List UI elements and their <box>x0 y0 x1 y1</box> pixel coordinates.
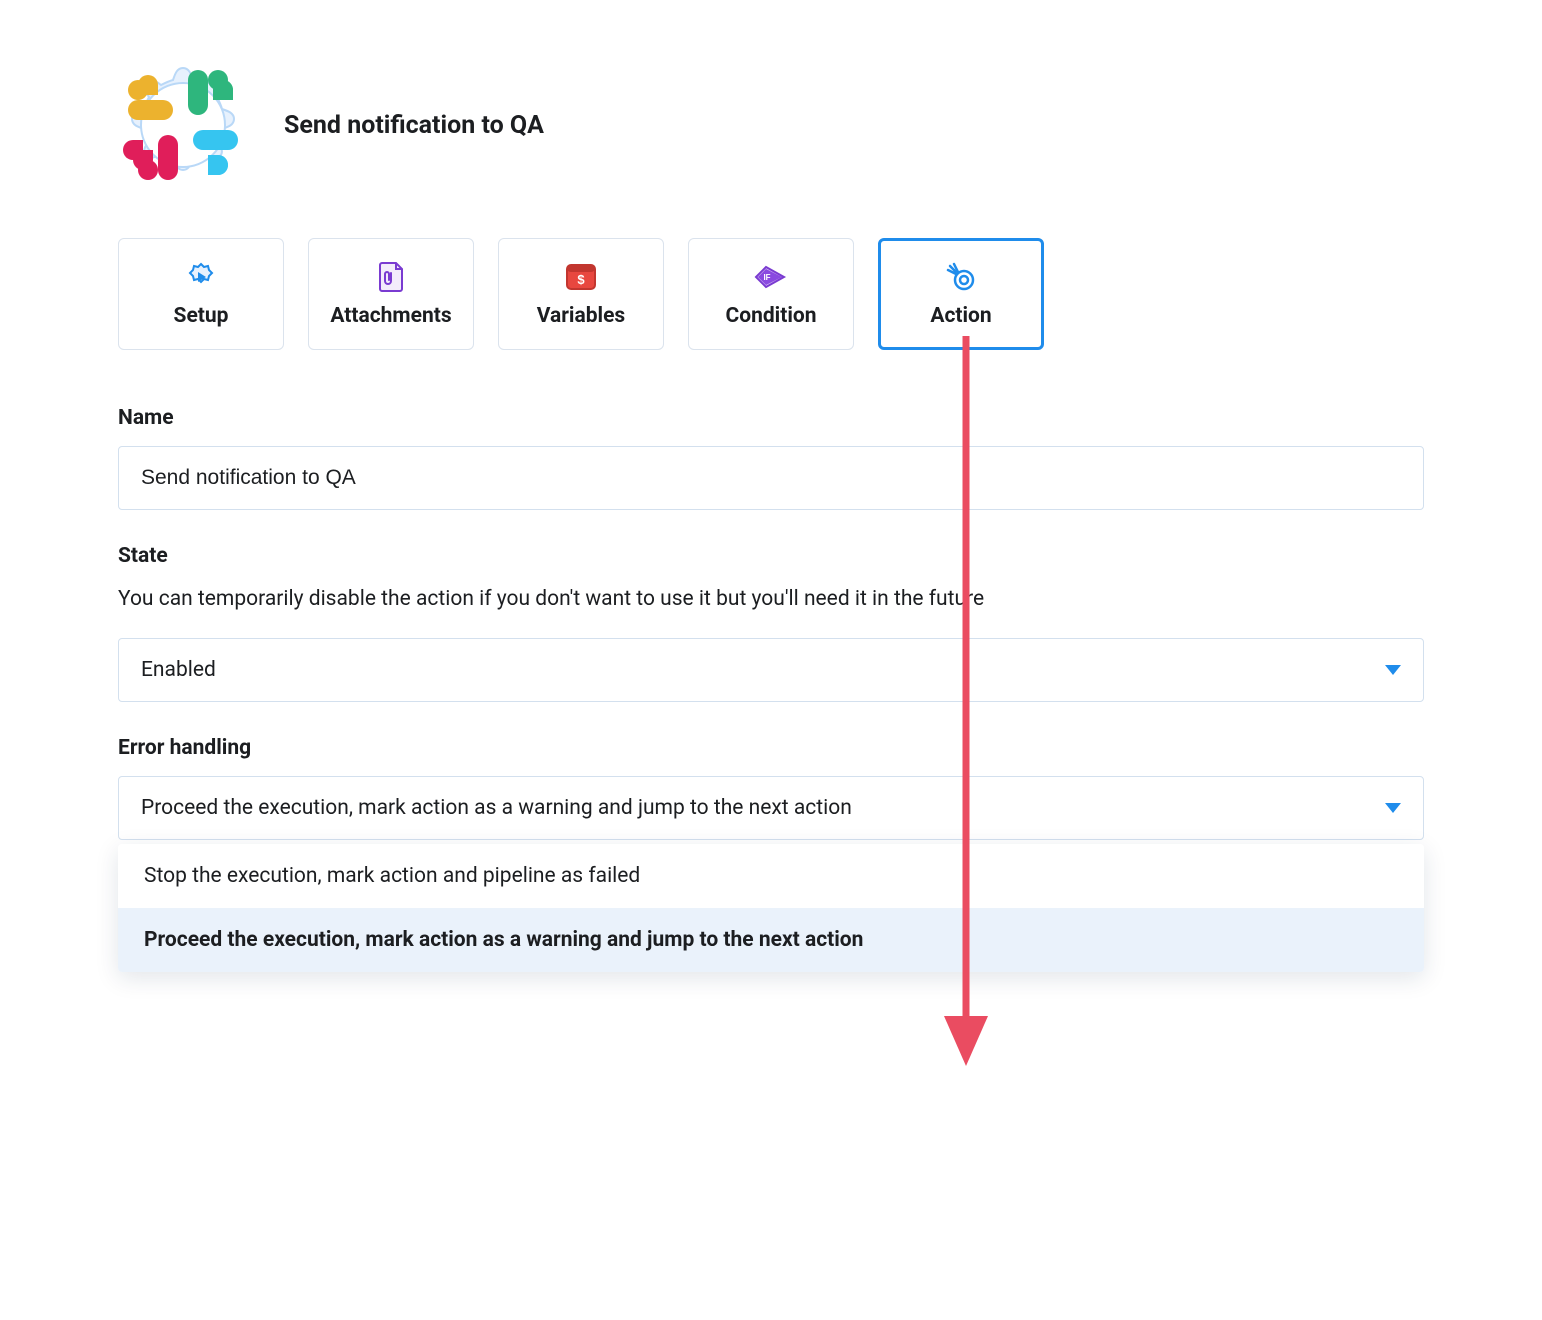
svg-text:IF: IF <box>763 273 770 282</box>
name-group: Name <box>118 406 1424 510</box>
state-helper: You can temporarily disable the action i… <box>118 584 1424 616</box>
error-handling-dropdown: Stop the execution, mark action and pipe… <box>118 844 1424 972</box>
tab-action[interactable]: Action <box>878 238 1044 350</box>
tab-label: Variables <box>537 304 625 328</box>
tab-label: Setup <box>174 304 229 328</box>
action-title: Send notification to QA <box>284 111 544 140</box>
tab-label: Condition <box>725 304 816 328</box>
slack-gear-badge <box>118 60 248 190</box>
tab-bar: Setup Attachments $ Variables IF Conditi… <box>118 238 1424 350</box>
action-header: Send notification to QA <box>118 60 1424 190</box>
name-label: Name <box>118 406 1424 430</box>
variables-icon: $ <box>565 260 597 294</box>
state-label: State <box>118 544 1424 568</box>
tab-label: Action <box>930 304 991 328</box>
tab-label: Attachments <box>330 304 451 328</box>
error-handling-selected-value: Proceed the execution, mark action as a … <box>141 796 852 820</box>
error-handling-label: Error handling <box>118 736 1424 760</box>
tab-condition[interactable]: IF Condition <box>688 238 854 350</box>
slack-icon <box>118 60 248 190</box>
condition-icon: IF <box>754 260 788 294</box>
tab-setup[interactable]: Setup <box>118 238 284 350</box>
attachments-icon <box>378 260 404 294</box>
chevron-down-icon <box>1385 658 1401 682</box>
action-icon <box>944 260 978 294</box>
state-group: State You can temporarily disable the ac… <box>118 544 1424 702</box>
svg-text:$: $ <box>577 272 585 287</box>
error-handling-group: Error handling Proceed the execution, ma… <box>118 736 1424 972</box>
chevron-down-icon <box>1385 796 1401 820</box>
error-handling-select[interactable]: Proceed the execution, mark action as a … <box>118 776 1424 840</box>
tab-variables[interactable]: $ Variables <box>498 238 664 350</box>
setup-icon <box>186 260 216 294</box>
error-handling-option[interactable]: Stop the execution, mark action and pipe… <box>118 844 1424 908</box>
tab-attachments[interactable]: Attachments <box>308 238 474 350</box>
error-handling-option[interactable]: Proceed the execution, mark action as a … <box>118 908 1424 972</box>
name-input[interactable] <box>118 446 1424 510</box>
state-selected-value: Enabled <box>141 658 216 682</box>
state-select[interactable]: Enabled <box>118 638 1424 702</box>
